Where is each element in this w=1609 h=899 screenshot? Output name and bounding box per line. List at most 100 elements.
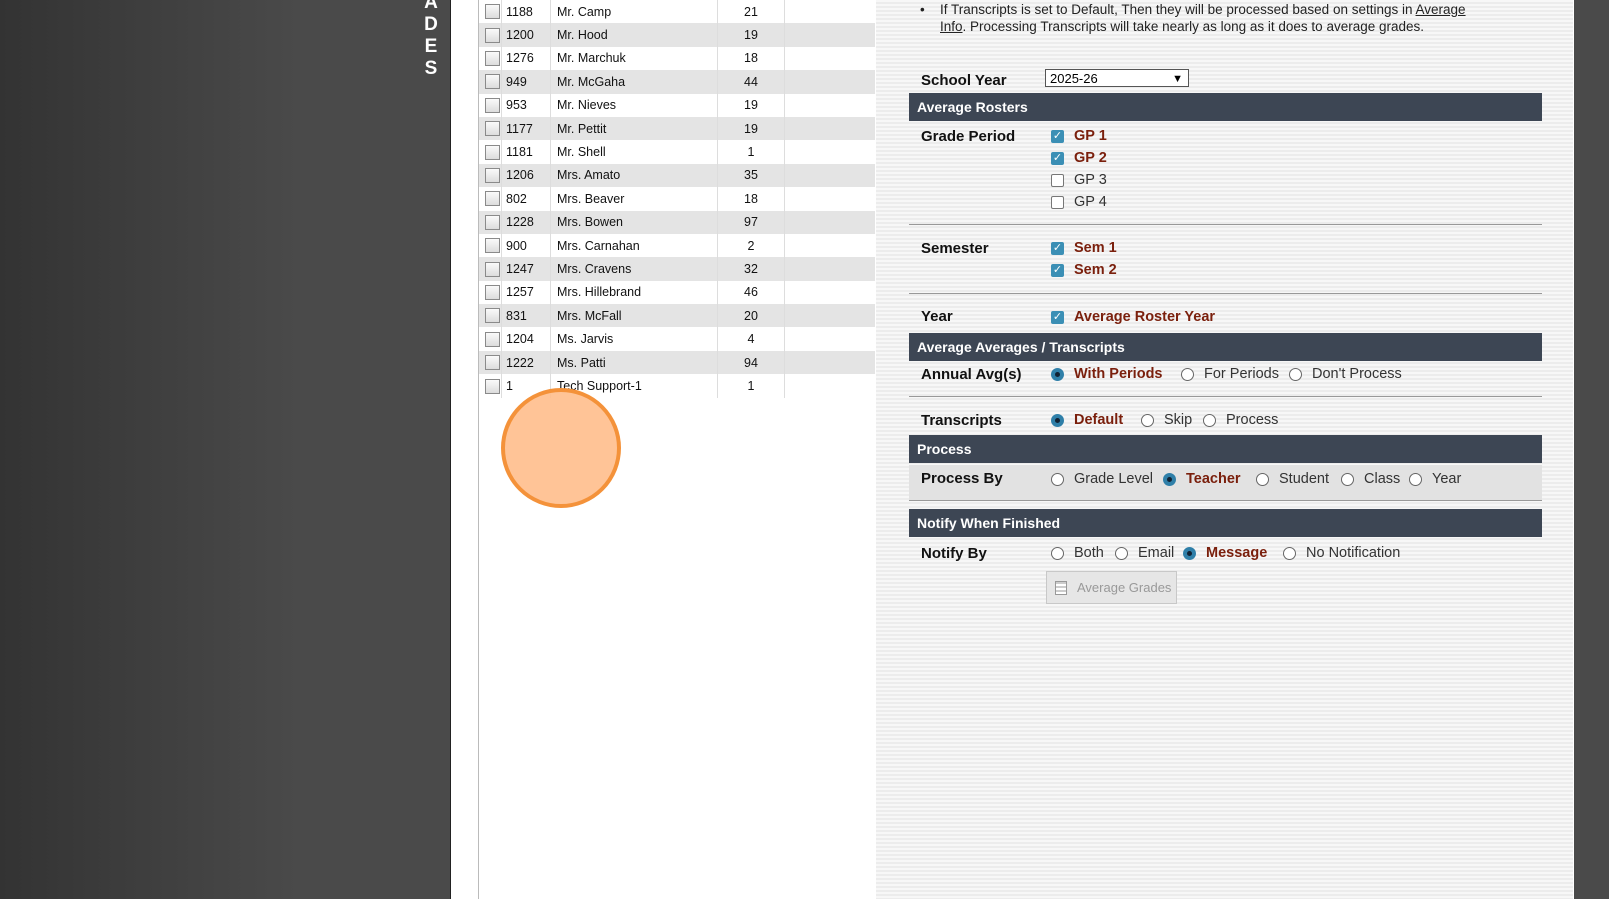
both-radio[interactable]: Both	[1051, 545, 1104, 561]
sem-1-label: Sem 1	[1074, 240, 1117, 256]
teacher-row[interactable]: 1228 Mrs. Bowen 97	[479, 210, 875, 234]
row-checkbox[interactable]	[484, 238, 500, 254]
teacher-row[interactable]: 900 Mrs. Carnahan 2	[479, 233, 875, 258]
email-label: Email	[1138, 545, 1175, 561]
row-checkbox-cell[interactable]	[479, 46, 502, 71]
row-checkbox-cell[interactable]	[479, 70, 502, 94]
no-notification-radio[interactable]: No Notification	[1283, 545, 1400, 561]
row-checkbox-cell[interactable]	[479, 116, 502, 141]
teacher-name: Mrs. Amato	[550, 163, 718, 188]
row-checkbox[interactable]	[484, 308, 500, 324]
teacher-label: Teacher	[1186, 471, 1241, 487]
default-radio[interactable]: Default	[1051, 412, 1123, 428]
annual-avg-label: Annual Avg(s)	[921, 366, 1022, 383]
message-radio[interactable]: Message	[1183, 545, 1267, 561]
blank-cell	[785, 47, 876, 70]
row-checkbox-cell[interactable]	[479, 93, 502, 117]
row-checkbox[interactable]	[484, 355, 500, 371]
teacher-count: 2	[717, 233, 785, 258]
gp-2-checkbox[interactable]: ✓ GP 2	[1051, 150, 1107, 166]
teacher-row[interactable]: 1276 Mr. Marchuk 18	[479, 46, 876, 71]
row-checkbox-cell[interactable]	[479, 163, 502, 188]
row-checkbox[interactable]	[484, 27, 500, 43]
for-periods-radio[interactable]: For Periods	[1181, 366, 1279, 382]
row-checkbox-cell[interactable]	[479, 187, 502, 211]
calculator-icon	[1055, 580, 1067, 595]
teacher-row[interactable]: 1181 Mr. Shell 1	[479, 140, 875, 164]
class-radio[interactable]: Class	[1341, 471, 1400, 487]
row-checkbox[interactable]	[484, 4, 500, 20]
sem-2-checkbox[interactable]: ✓ Sem 2	[1051, 262, 1117, 278]
sem-1-checkbox[interactable]: ✓ Sem 1	[1051, 240, 1117, 256]
teacher-name: Mrs. Carnahan	[550, 233, 718, 258]
radio-icon	[1051, 546, 1064, 560]
radio-selected-icon	[1051, 413, 1064, 427]
blank-cell	[785, 281, 876, 304]
average-roster-year-checkbox[interactable]: ✓ Average Roster Year	[1051, 309, 1215, 325]
teacher-row[interactable]: 1257 Mrs. Hillebrand 46	[479, 280, 876, 305]
row-checkbox-cell[interactable]	[479, 374, 502, 398]
both-label: Both	[1074, 545, 1104, 561]
row-checkbox-cell[interactable]	[479, 350, 502, 375]
student-radio[interactable]: Student	[1256, 471, 1329, 487]
row-checkbox[interactable]	[484, 144, 500, 160]
row-checkbox[interactable]	[484, 284, 500, 300]
row-checkbox-cell[interactable]	[479, 23, 502, 47]
process-radio[interactable]: Process	[1203, 412, 1278, 428]
row-checkbox-cell[interactable]	[479, 280, 502, 305]
row-checkbox-cell[interactable]	[479, 140, 502, 164]
average-grades-button[interactable]: Average Grades	[1046, 571, 1177, 604]
row-checkbox-cell[interactable]	[479, 304, 502, 328]
row-checkbox-cell[interactable]	[479, 327, 502, 351]
row-checkbox[interactable]	[484, 331, 500, 347]
row-checkbox[interactable]	[484, 214, 500, 230]
average-averages-header: Average Averages / Transcripts	[909, 333, 1542, 361]
teacher-row[interactable]: 1204 Ms. Jarvis 4	[479, 327, 875, 351]
year-option-label: Year	[1432, 471, 1462, 487]
blank-cell	[784, 70, 875, 94]
year-radio[interactable]: Year	[1409, 471, 1461, 487]
gp-1-checkbox[interactable]: ✓ GP 1	[1051, 128, 1107, 144]
divider	[909, 293, 1542, 294]
row-checkbox-cell[interactable]	[479, 0, 502, 24]
row-checkbox[interactable]	[484, 261, 500, 277]
dont-process-radio[interactable]: Don't Process	[1289, 366, 1402, 382]
teacher-row[interactable]: 1222 Ms. Patti 94	[479, 350, 875, 375]
teacher-row[interactable]: 1177 Mr. Pettit 19	[479, 116, 875, 141]
school-year-select[interactable]: 2025-26 ▼	[1045, 69, 1189, 87]
row-checkbox[interactable]	[484, 97, 500, 113]
teacher-row[interactable]: 953 Mr. Nieves 19	[479, 93, 875, 117]
bullet-icon: •	[920, 2, 925, 17]
gp-3-checkbox[interactable]: GP 3	[1051, 172, 1107, 188]
teacher-row[interactable]: 831 Mrs. McFall 20	[479, 304, 875, 328]
teacher-row[interactable]: 949 Mr. McGaha 44	[479, 70, 875, 94]
teacher-row[interactable]: 802 Mrs. Beaver 18	[479, 187, 875, 211]
teacher-row[interactable]: 1206 Mrs. Amato 35	[479, 163, 875, 188]
teacher-name: Mrs. Bowen	[550, 210, 718, 234]
teacher-radio[interactable]: Teacher	[1163, 471, 1241, 487]
row-checkbox[interactable]	[484, 168, 500, 184]
gp-4-label: GP 4	[1074, 194, 1107, 210]
row-checkbox-cell[interactable]	[479, 257, 502, 281]
gp-4-checkbox[interactable]: GP 4	[1051, 194, 1107, 210]
row-checkbox[interactable]	[484, 191, 500, 207]
grade-level-radio[interactable]: Grade Level	[1051, 471, 1153, 487]
teacher-name: Ms. Jarvis	[550, 327, 718, 351]
row-checkbox[interactable]	[484, 74, 500, 90]
with-periods-radio[interactable]: With Periods	[1051, 366, 1163, 382]
row-checkbox[interactable]	[484, 378, 500, 394]
grade-level-label: Grade Level	[1074, 471, 1153, 487]
check-icon: ✓	[1051, 129, 1064, 143]
row-checkbox[interactable]	[484, 121, 500, 137]
teacher-row[interactable]: 1188 Mr. Camp 21	[479, 0, 875, 24]
row-checkbox-cell[interactable]	[479, 233, 502, 258]
row-checkbox[interactable]	[484, 51, 500, 67]
skip-radio[interactable]: Skip	[1141, 412, 1192, 428]
teacher-row[interactable]: 1200 Mr. Hood 19	[479, 23, 875, 47]
rail-letter: E	[424, 36, 438, 57]
row-checkbox-cell[interactable]	[479, 210, 502, 234]
email-radio[interactable]: Email	[1115, 545, 1174, 561]
notify-header: Notify When Finished	[909, 509, 1542, 537]
rail-letter: A	[424, 0, 438, 13]
teacher-row[interactable]: 1247 Mrs. Cravens 32	[479, 257, 875, 281]
